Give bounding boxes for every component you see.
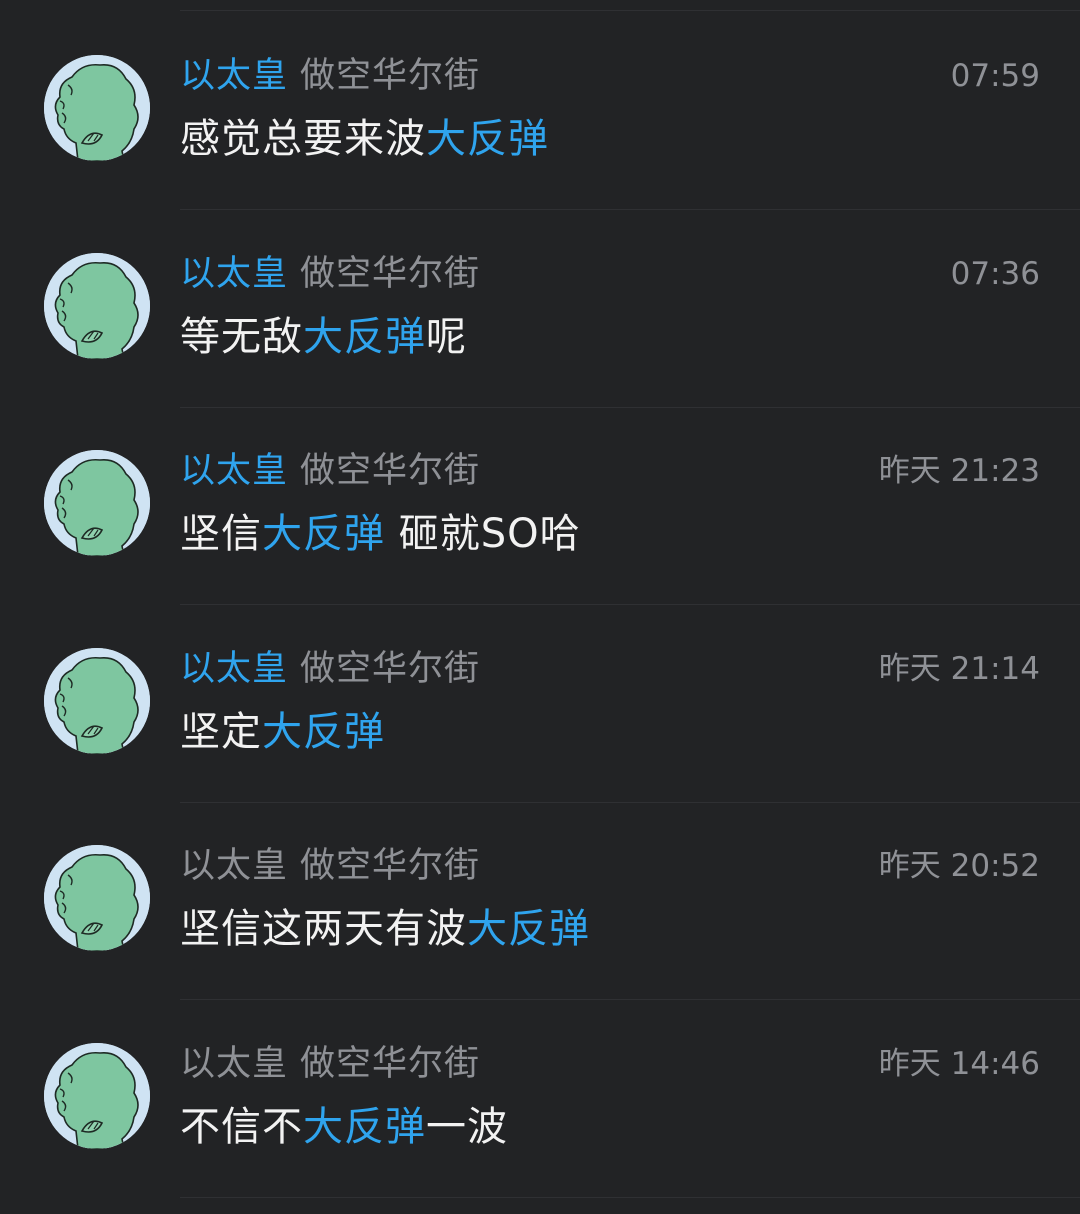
sender-group: 做空华尔街 xyxy=(300,451,481,491)
message-text: 感觉总要来波大反弹 xyxy=(180,113,1040,165)
sender-name: 以太皇 做空华尔街 xyxy=(180,252,480,296)
message-header: 以太皇 做空华尔街 07:59 xyxy=(180,54,1040,98)
sender-name: 以太皇 做空华尔街 xyxy=(180,54,480,98)
sender-group: 做空华尔街 xyxy=(300,56,481,96)
sender-name: 以太皇 做空华尔街 xyxy=(180,1042,480,1086)
divider xyxy=(180,10,1080,11)
message-time: 昨天 14:46 xyxy=(878,1046,1040,1082)
sender-user: 以太皇 xyxy=(180,56,289,96)
search-results-list: 以太皇 做空华尔街 07:59 感觉总要来波大反弹 以太皇 做空华尔街 07:36 等无敌大反… xyxy=(0,0,1080,1214)
message-header: 以太皇 做空华尔街 昨天 14:46 xyxy=(180,1042,1040,1086)
sender-group: 做空华尔街 xyxy=(300,846,481,886)
sender-user: 以太皇 xyxy=(180,1044,289,1084)
message-header: 以太皇 做空华尔街 昨天 21:14 xyxy=(180,647,1040,691)
avatar[interactable] xyxy=(44,450,150,556)
message-segment: 坚信 xyxy=(180,511,262,557)
keyword-highlight: 大反弹 xyxy=(262,709,385,755)
message-result-item[interactable]: 以太皇 做空华尔街 07:36 等无敌大反弹呢 xyxy=(0,210,1080,407)
message-result-item[interactable]: 以太皇 做空华尔街 07:59 感觉总要来波大反弹 xyxy=(0,12,1080,209)
message-text: 坚定大反弹 xyxy=(180,706,1040,758)
avatar[interactable] xyxy=(44,1043,150,1149)
sender-name: 以太皇 做空华尔街 xyxy=(180,647,480,691)
sender-group: 做空华尔街 xyxy=(300,649,481,689)
message-result-item[interactable]: 以太皇 做空华尔街 昨天 20:52 坚信这两天有波大反弹 xyxy=(0,802,1080,999)
sender-user: 以太皇 xyxy=(180,254,289,294)
avatar[interactable] xyxy=(44,55,150,161)
sender-group: 做空华尔街 xyxy=(300,1044,481,1084)
message-time: 昨天 20:52 xyxy=(878,848,1040,884)
keyword-highlight: 大反弹 xyxy=(426,116,549,162)
message-segment: 等无敌 xyxy=(180,314,303,360)
message-segment: 感觉总要来波 xyxy=(180,116,426,162)
message-header: 以太皇 做空华尔街 昨天 21:23 xyxy=(180,449,1040,493)
message-header: 以太皇 做空华尔街 昨天 20:52 xyxy=(180,844,1040,888)
avatar[interactable] xyxy=(44,845,150,951)
keyword-highlight: 大反弹 xyxy=(262,511,385,557)
avatar[interactable] xyxy=(44,253,150,359)
message-segment: 一波 xyxy=(426,1104,508,1150)
keyword-highlight: 大反弹 xyxy=(303,1104,426,1150)
sender-name: 以太皇 做空华尔街 xyxy=(180,844,480,888)
sender-user: 以太皇 xyxy=(180,649,289,689)
message-segment: 坚定 xyxy=(180,709,262,755)
message-text: 不信不大反弹一波 xyxy=(180,1101,1040,1153)
keyword-highlight: 大反弹 xyxy=(303,314,426,360)
sender-user: 以太皇 xyxy=(180,846,289,886)
message-time: 07:36 xyxy=(950,256,1040,292)
sender-name: 以太皇 做空华尔街 xyxy=(180,449,480,493)
message-result-item[interactable]: 以太皇 做空华尔街 昨天 21:23 坚信大反弹 砸就SO哈 xyxy=(0,407,1080,604)
message-segment: 呢 xyxy=(426,314,467,360)
message-text: 坚信这两天有波大反弹 xyxy=(180,903,1040,955)
message-result-item[interactable]: 以太皇 做空华尔街 昨天 21:14 坚定大反弹 xyxy=(0,605,1080,802)
message-header: 以太皇 做空华尔街 07:36 xyxy=(180,252,1040,296)
message-text: 坚信大反弹 砸就SO哈 xyxy=(180,508,1040,560)
sender-user: 以太皇 xyxy=(180,451,289,491)
message-time: 昨天 21:23 xyxy=(878,453,1040,489)
avatar[interactable] xyxy=(44,648,150,754)
message-segment: 坚信这两天有波 xyxy=(180,906,467,952)
message-text: 等无敌大反弹呢 xyxy=(180,311,1040,363)
message-time: 07:59 xyxy=(950,58,1040,94)
message-segment: 不信不 xyxy=(180,1104,303,1150)
divider xyxy=(180,1197,1080,1198)
keyword-highlight: 大反弹 xyxy=(467,906,590,952)
message-segment: 砸就SO哈 xyxy=(385,511,581,557)
message-time: 昨天 21:14 xyxy=(878,651,1040,687)
message-result-item[interactable]: 以太皇 做空华尔街 昨天 14:46 不信不大反弹一波 xyxy=(0,1000,1080,1197)
sender-group: 做空华尔街 xyxy=(300,254,481,294)
